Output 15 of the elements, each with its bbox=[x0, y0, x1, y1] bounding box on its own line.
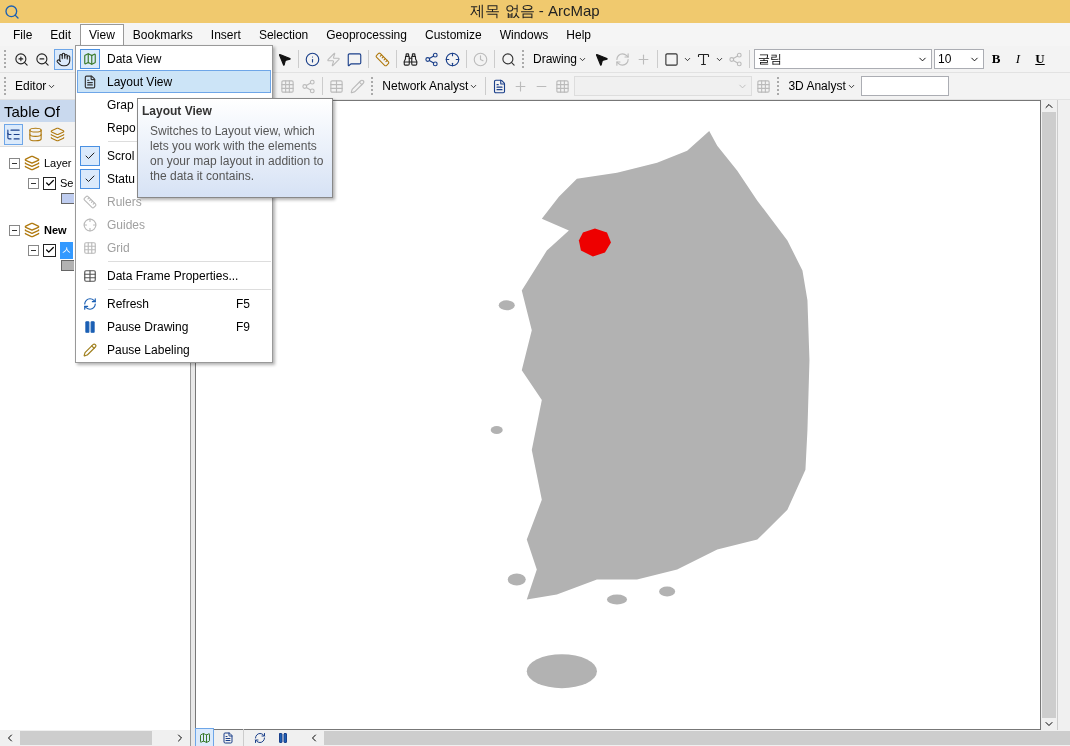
menu-label: Refresh bbox=[107, 296, 150, 311]
shortcut-label: F5 bbox=[236, 296, 251, 311]
menu-label: Rulers bbox=[107, 194, 142, 209]
menu-label: Data View bbox=[107, 51, 162, 66]
menu-label: Statu bbox=[107, 171, 136, 186]
shortcut-label: F9 bbox=[236, 319, 251, 334]
window-title: 제목 없음 - ArcMap bbox=[469, 2, 601, 21]
menu-label: Grid bbox=[107, 240, 130, 255]
menu-label: Pause Drawing bbox=[107, 319, 189, 334]
menu-label: Guides bbox=[107, 217, 146, 232]
tooltip-text: Switches to Layout view, which lets you work with the elements on your map layout in addition to the data it contains. bbox=[149, 124, 325, 184]
menu-label: Layout View bbox=[107, 74, 173, 89]
menu-label: Scrol bbox=[107, 148, 135, 163]
menu-label: Pause Labeling bbox=[107, 342, 190, 357]
menu-label: Data Frame Properties... bbox=[107, 268, 239, 283]
